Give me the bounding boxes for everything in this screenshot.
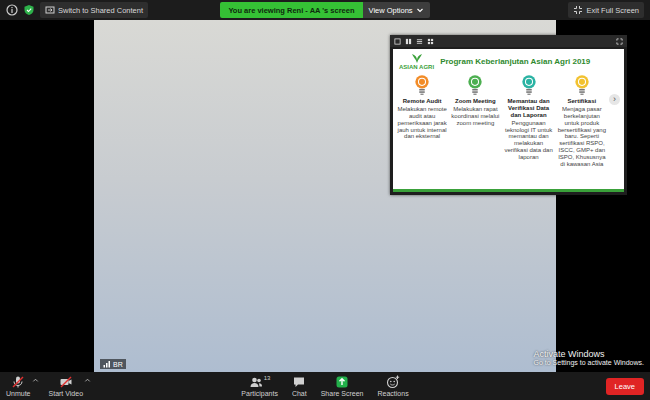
chat-icon <box>292 375 306 389</box>
exit-full-screen-button[interactable]: Exit Full Screen <box>568 2 644 18</box>
program-item: Memantau dan Verifikasi Data dan Laporan… <box>504 74 554 168</box>
leaf-logo-icon <box>411 52 423 64</box>
caret-down-icon <box>416 6 424 14</box>
info-icon[interactable] <box>6 4 18 16</box>
caret-up-icon[interactable] <box>84 377 91 384</box>
reactions-icon <box>386 375 400 389</box>
top-bar: Switch to Shared Content You are viewing… <box>0 0 650 20</box>
asian-agri-logo: ASIAN AGRI <box>399 52 434 70</box>
participant-count: 13 <box>264 375 271 381</box>
presentation-slide: ASIAN AGRI Program Keberlanjutan Asian A… <box>393 49 624 192</box>
share-screen-icon <box>335 375 349 389</box>
microphone-icon <box>11 375 25 389</box>
split-icon[interactable] <box>405 38 412 45</box>
participants-icon <box>249 375 263 389</box>
activation-watermark: Activate Windows Go to Settings to activ… <box>534 349 645 366</box>
switch-icon <box>45 5 55 15</box>
lightbulb-icon <box>521 74 537 96</box>
lightbulb-icon <box>467 74 483 96</box>
fit-icon[interactable] <box>394 38 401 45</box>
shared-screen-window[interactable]: ASIAN AGRI Program Keberlanjutan Asian A… <box>390 35 627 195</box>
switch-content-button[interactable]: Switch to Shared Content <box>40 2 148 18</box>
signal-icon <box>103 360 111 368</box>
video-camera-icon <box>59 375 73 389</box>
leave-button[interactable]: Leave <box>606 378 644 395</box>
slide-title: Program Keberlanjutan Asian Agri 2019 <box>440 57 590 66</box>
next-slide-button[interactable]: › <box>609 94 620 105</box>
caret-up-icon[interactable] <box>32 377 39 384</box>
lightbulb-icon <box>574 74 590 96</box>
grid-icon[interactable] <box>427 38 434 45</box>
start-video-button[interactable]: Start Video <box>49 375 84 397</box>
chat-button[interactable]: Chat <box>292 375 307 397</box>
program-item: Remote Audit Melakukan remote audit atau… <box>397 74 447 168</box>
share-button[interactable]: Share Screen <box>321 375 364 397</box>
viewing-banner: You are viewing Reni - AA 's screen <box>220 2 362 18</box>
unmute-button[interactable]: Unmute <box>6 375 31 397</box>
exit-full-screen-icon <box>573 5 583 15</box>
program-item: Zoom Meeting Melakukan rapat koordinasi … <box>450 74 500 168</box>
video-stage: BR ASIAN AGRI Program Keberlanjutan Asia… <box>0 20 650 372</box>
shield-icon[interactable] <box>23 4 35 16</box>
slide-footer <box>393 189 624 192</box>
list-icon[interactable] <box>416 38 423 45</box>
reactions-button[interactable]: Reactions <box>378 375 409 397</box>
meeting-toolbar: Unmute Start Video 13 Participants Chat … <box>0 372 650 400</box>
lightbulb-icon <box>414 74 430 96</box>
shared-window-toolbar <box>390 35 627 47</box>
expand-icon[interactable] <box>616 38 623 45</box>
participant-label: BR <box>100 359 126 369</box>
program-item: Sertifikasi Menjaga pasar berkelanjutan … <box>557 74 607 168</box>
view-options-button[interactable]: View Options <box>363 2 430 18</box>
zoom-window: Switch to Shared Content You are viewing… <box>0 0 650 400</box>
participants-button[interactable]: 13 Participants <box>241 375 278 397</box>
